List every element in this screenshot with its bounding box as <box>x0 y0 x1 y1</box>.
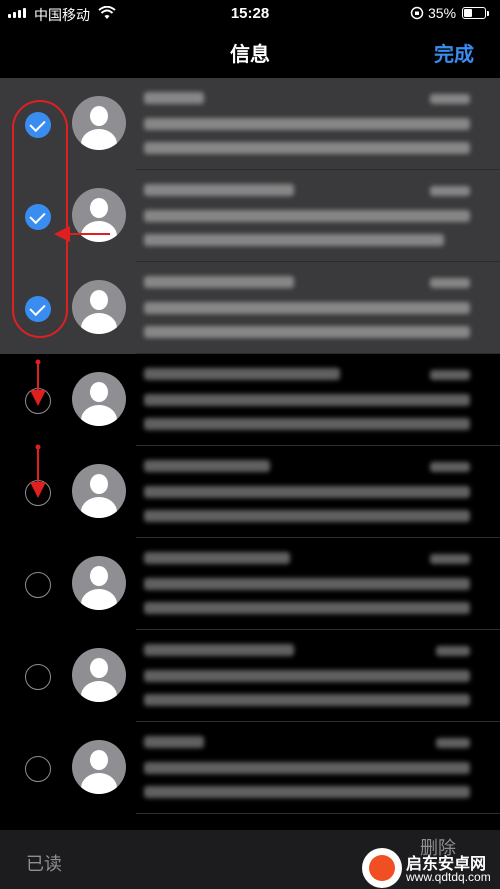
watermark: 启东安卓网 www.qdtdq.com <box>362 848 496 888</box>
message-row[interactable] <box>0 354 500 446</box>
selection-checkbox[interactable] <box>25 480 51 506</box>
orientation-lock-icon <box>410 6 424 20</box>
message-row[interactable] <box>0 262 500 354</box>
mark-read-button[interactable]: 已读 <box>26 850 62 876</box>
page-title: 信息 <box>230 44 270 66</box>
battery-percent: 35% <box>428 5 457 21</box>
message-row[interactable] <box>0 630 500 722</box>
selection-annotation-box <box>12 100 68 338</box>
message-row[interactable] <box>0 78 500 170</box>
clock: 15:28 <box>230 5 270 22</box>
message-row[interactable] <box>0 538 500 630</box>
selection-checkbox[interactable] <box>25 756 51 782</box>
avatar-icon <box>72 372 126 426</box>
avatar-icon <box>72 740 126 794</box>
avatar-icon <box>72 280 126 334</box>
battery-icon <box>462 7 489 19</box>
avatar-icon <box>72 648 126 702</box>
selection-checkbox[interactable] <box>25 572 51 598</box>
done-button[interactable]: 完成 <box>434 38 474 67</box>
avatar-icon <box>72 96 126 150</box>
message-row[interactable] <box>0 446 500 538</box>
message-row[interactable] <box>0 170 500 262</box>
selection-checkbox[interactable] <box>25 388 51 414</box>
message-row[interactable] <box>0 722 500 814</box>
selection-checkbox[interactable] <box>25 664 51 690</box>
avatar-icon <box>72 188 126 242</box>
status-bar: 中国移动 15:28 35% <box>0 0 500 28</box>
avatar-icon <box>72 556 126 610</box>
navigation-bar: 信息 完成 <box>0 28 500 78</box>
watermark-logo-icon <box>362 848 402 888</box>
watermark-url: www.qdtdq.com <box>406 870 491 884</box>
avatar-icon <box>72 464 126 518</box>
